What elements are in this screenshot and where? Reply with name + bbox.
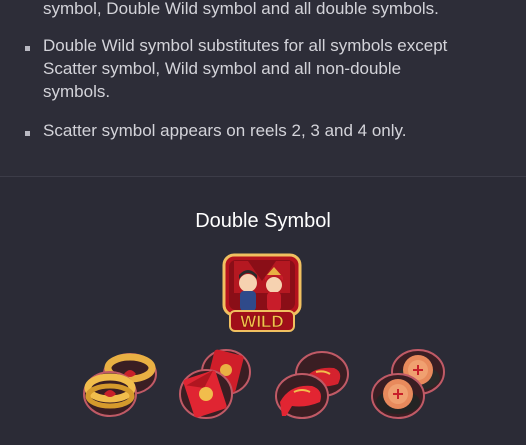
double-red-envelopes-icon xyxy=(176,344,256,424)
rule-text: Double Wild symbol substitutes for all s… xyxy=(43,36,448,55)
double-gold-rings-icon xyxy=(80,344,160,424)
rules-section: symbol, Double Wild symbol and all doubl… xyxy=(0,0,526,176)
section-title: Double Symbol xyxy=(195,210,331,232)
rule-text: Scatter symbol appears on reels 2, 3 and… xyxy=(43,121,407,140)
double-red-shoes-icon xyxy=(272,344,352,424)
paytable-page: symbol, Double Wild symbol and all doubl… xyxy=(0,0,526,445)
bullet-icon xyxy=(25,131,30,136)
bullet-icon xyxy=(25,46,30,51)
section-divider xyxy=(0,176,526,177)
double-mooncakes-icon xyxy=(368,344,448,424)
rule-text: Scatter symbol, Wild symbol and all non-… xyxy=(43,59,402,78)
double-wild-couple-icon: WILD xyxy=(222,253,302,333)
rule-text: symbols. xyxy=(43,82,111,101)
rule-text: symbol, Double Wild symbol and all doubl… xyxy=(43,0,439,18)
wild-label: WILD xyxy=(240,312,283,331)
